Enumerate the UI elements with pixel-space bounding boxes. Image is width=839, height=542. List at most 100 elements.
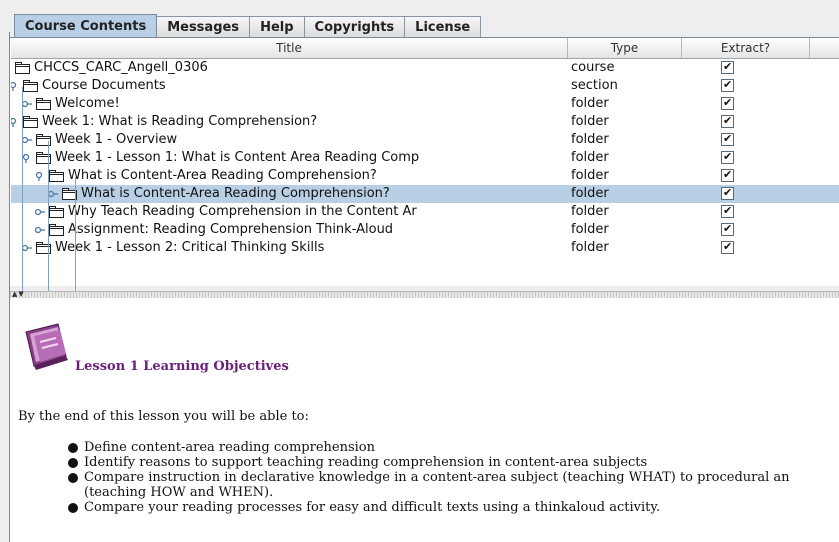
table-row[interactable]: Week 1 - Overview folder bbox=[11, 130, 839, 149]
folder-icon bbox=[23, 116, 38, 128]
extract-checkbox[interactable] bbox=[721, 76, 734, 94]
objective-item: Compare instruction in declarative knowl… bbox=[68, 470, 839, 500]
extract-checkbox[interactable] bbox=[721, 220, 734, 238]
extract-checkbox[interactable] bbox=[721, 202, 734, 220]
bullet-icon bbox=[68, 473, 78, 483]
expanded-node-icon[interactable] bbox=[35, 172, 43, 181]
row-type: folder bbox=[571, 96, 609, 111]
collapsed-node-icon[interactable] bbox=[22, 100, 32, 108]
row-type: folder bbox=[571, 240, 609, 255]
table-body: CHCCS_CARC_Angell_0306courseCourse Docum… bbox=[11, 58, 839, 312]
bullet-icon bbox=[68, 458, 78, 468]
row-type: folder bbox=[571, 222, 609, 237]
divider-arrows-icon[interactable]: ▲▼ bbox=[12, 290, 25, 298]
book-icon bbox=[25, 323, 68, 370]
row-type: folder bbox=[571, 150, 609, 165]
objective-item: Identify reasons to support teaching rea… bbox=[68, 455, 839, 470]
course-viewer-window: Course Contents Messages Help Copyrights… bbox=[0, 0, 839, 542]
expanded-node-icon[interactable] bbox=[11, 118, 17, 127]
tree-cell: Week 1: What is Reading Comprehension? bbox=[11, 113, 566, 131]
row-type: folder bbox=[571, 204, 609, 219]
table-row[interactable]: What is Content-Area Reading Comprehensi… bbox=[11, 184, 839, 203]
table-header: Title Type Extract? bbox=[11, 38, 839, 59]
folder-icon bbox=[49, 224, 64, 236]
row-title: Welcome! bbox=[55, 96, 120, 111]
expanded-node-icon[interactable] bbox=[22, 154, 30, 163]
extract-checkbox[interactable] bbox=[721, 184, 734, 202]
extract-checkbox[interactable] bbox=[721, 112, 734, 130]
tree-guide-line bbox=[22, 87, 23, 312]
expanded-node-icon[interactable] bbox=[11, 82, 17, 91]
bullet-icon bbox=[68, 503, 78, 513]
tab-license[interactable]: License bbox=[404, 16, 482, 37]
extract-checkbox[interactable] bbox=[721, 130, 734, 148]
extract-checkbox[interactable] bbox=[721, 238, 734, 256]
tree-cell: Week 1 - Lesson 2: Critical Thinking Ski… bbox=[11, 239, 566, 257]
row-title: Assignment: Reading Comprehension Think-… bbox=[68, 222, 394, 237]
table-row[interactable]: Welcome! folder bbox=[11, 94, 839, 113]
row-title: CHCCS_CARC_Angell_0306 bbox=[34, 60, 208, 75]
folder-icon bbox=[49, 206, 64, 218]
tree-guide-line bbox=[48, 141, 49, 311]
tab-course-contents[interactable]: Course Contents bbox=[14, 14, 158, 37]
column-header-type[interactable]: Type bbox=[568, 38, 682, 58]
objective-text: Identify reasons to support teaching rea… bbox=[84, 455, 648, 470]
folder-icon bbox=[15, 62, 30, 74]
tree-guide-line bbox=[75, 177, 76, 292]
tree-cell: Assignment: Reading Comprehension Think-… bbox=[11, 221, 566, 239]
extract-checkbox[interactable] bbox=[721, 148, 734, 166]
column-header-title[interactable]: Title bbox=[11, 38, 568, 58]
objective-text-continued: (teaching HOW and WHEN). bbox=[84, 485, 274, 500]
objective-text: Compare your reading processes for easy … bbox=[84, 500, 661, 515]
extract-checkbox[interactable] bbox=[721, 94, 734, 112]
table-row[interactable]: Why Teach Reading Comprehension in the C… bbox=[11, 202, 839, 221]
tree-cell: What is Content-Area Reading Comprehensi… bbox=[11, 185, 566, 203]
tree-cell: What is Content-Area Reading Comprehensi… bbox=[11, 167, 566, 185]
table-row[interactable]: What is Content-Area Reading Comprehensi… bbox=[11, 166, 839, 185]
extract-checkbox[interactable] bbox=[721, 166, 734, 184]
column-header-empty bbox=[810, 38, 839, 58]
tree-cell: Week 1 - Lesson 1: What is Content Area … bbox=[11, 149, 566, 167]
collapsed-node-icon[interactable] bbox=[22, 244, 32, 252]
row-type: course bbox=[571, 60, 615, 75]
intro-text: By the end of this lesson you will be ab… bbox=[18, 409, 309, 424]
column-header-extract[interactable]: Extract? bbox=[682, 38, 810, 58]
table-row[interactable]: CHCCS_CARC_Angell_0306 course bbox=[11, 58, 839, 77]
table-row[interactable]: Assignment: Reading Comprehension Think-… bbox=[11, 220, 839, 239]
content-pane: Lesson 1 Learning Objectives By the end … bbox=[10, 298, 839, 542]
row-title: Why Teach Reading Comprehension in the C… bbox=[68, 204, 417, 219]
row-type: section bbox=[571, 78, 618, 93]
row-type: folder bbox=[571, 168, 609, 183]
table-row[interactable]: Week 1 - Lesson 2: Critical Thinking Ski… bbox=[11, 238, 839, 257]
collapsed-node-icon[interactable] bbox=[35, 208, 45, 216]
row-title: What is Content-Area Reading Comprehensi… bbox=[68, 168, 377, 183]
table-row[interactable]: Week 1: What is Reading Comprehension? fo… bbox=[11, 112, 839, 131]
folder-icon bbox=[36, 98, 51, 110]
lesson-heading: Lesson 1 Learning Objectives bbox=[75, 359, 289, 374]
tree-cell: CHCCS_CARC_Angell_0306 bbox=[11, 59, 566, 77]
row-type: folder bbox=[571, 186, 609, 201]
collapsed-node-icon[interactable] bbox=[48, 190, 58, 198]
bullet-icon bbox=[68, 443, 78, 453]
objective-text: Define content-area reading comprehensio… bbox=[84, 440, 376, 455]
extract-checkbox[interactable] bbox=[721, 58, 734, 76]
tab-messages[interactable]: Messages bbox=[156, 16, 251, 37]
table-row[interactable]: Week 1 - Lesson 1: What is Content Area … bbox=[11, 148, 839, 167]
row-title: Week 1: What is Reading Comprehension? bbox=[42, 114, 318, 129]
objective-item: Compare your reading processes for easy … bbox=[68, 500, 839, 515]
folder-icon bbox=[23, 80, 38, 92]
objective-item: Define content-area reading comprehensio… bbox=[68, 440, 839, 455]
collapsed-node-icon[interactable] bbox=[35, 226, 45, 234]
tree-cell: Why Teach Reading Comprehension in the C… bbox=[11, 203, 566, 221]
folder-icon bbox=[49, 170, 64, 182]
collapsed-node-icon[interactable] bbox=[22, 136, 32, 144]
tree-cell: Course Documents bbox=[11, 77, 566, 95]
tab-copyrights[interactable]: Copyrights bbox=[303, 16, 406, 37]
tree-cell: Week 1 - Overview bbox=[11, 131, 566, 149]
row-title: What is Content-Area Reading Comprehensi… bbox=[81, 186, 390, 201]
tree-cell: Welcome! bbox=[11, 95, 566, 113]
tab-help[interactable]: Help bbox=[249, 16, 305, 37]
table-row[interactable]: Course Documents section bbox=[11, 76, 839, 95]
row-type: folder bbox=[571, 114, 609, 129]
objectives-list: Define content-area reading comprehensio… bbox=[68, 440, 839, 515]
